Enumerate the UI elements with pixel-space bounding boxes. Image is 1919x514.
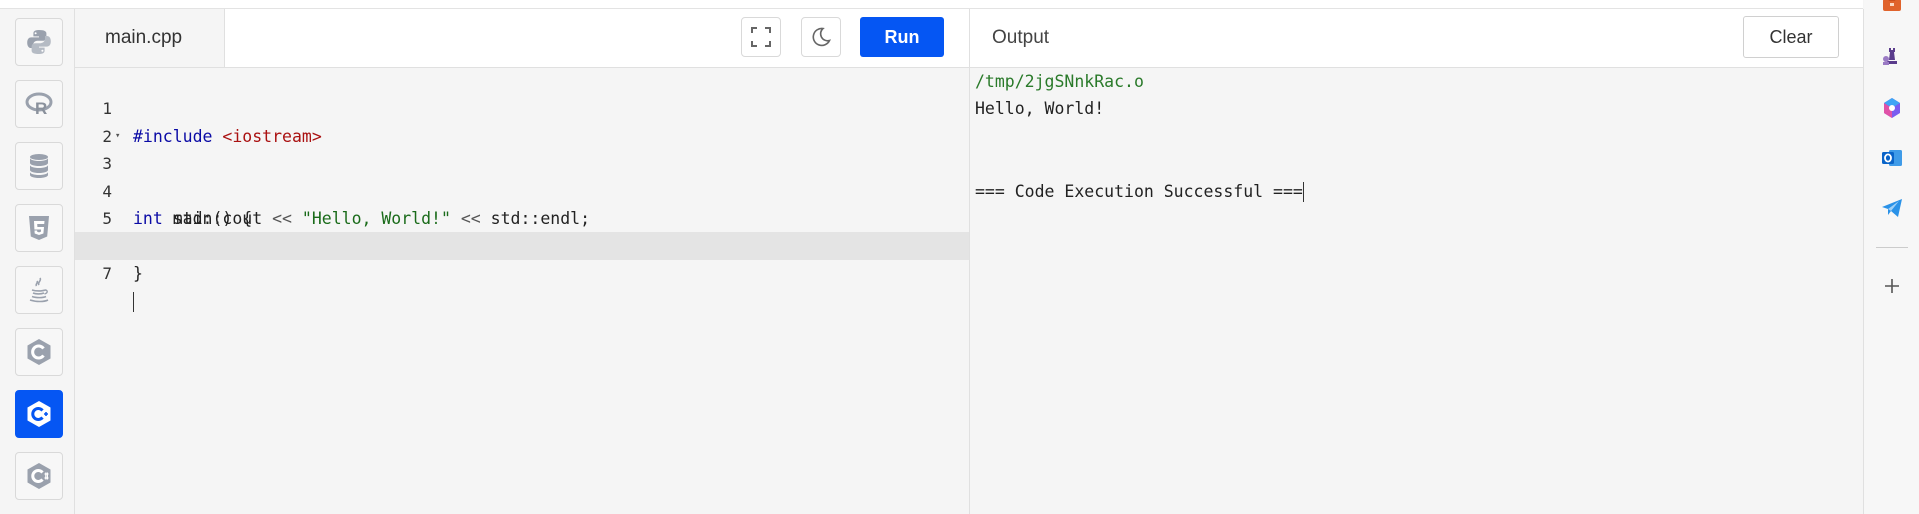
c-icon [27,339,51,365]
editor-toolbar: main.cpp Run [75,9,969,68]
language-c-button[interactable] [15,328,63,376]
plus-icon [1885,279,1899,293]
language-r-button[interactable]: R [15,80,63,128]
code-editor-panel: main.cpp Run 1 #include <iostream> 2 3 ▾… [75,9,970,514]
output-console[interactable]: /tmp/2jgSNnkRac.o Hello, World! === Code… [975,68,1304,205]
run-button[interactable]: Run [860,17,944,57]
database-icon [30,154,48,178]
output-status-text: === Code Execution Successful === [975,181,1303,201]
output-blank-line [975,150,1304,177]
output-binary-path: /tmp/2jgSNnkRac.o [975,72,1144,91]
code-line: 3 ▾ int main() { [75,123,969,228]
outlook-icon [1882,150,1902,166]
clear-button[interactable]: Clear [1743,16,1839,58]
send-icon [1882,199,1902,217]
language-java-button[interactable] [15,266,63,314]
browser-extensions-sidebar [1864,0,1919,514]
code-area[interactable]: 1 #include <iostream> 2 3 ▾ int main() {… [75,68,969,312]
r-icon: R [25,92,53,118]
language-html-button[interactable] [15,204,63,252]
code-line: 1 #include <iostream> [75,68,969,145]
chess-icon [1883,48,1897,65]
code-line: 2 [75,95,969,146]
fullscreen-icon [751,27,771,47]
output-status-line: === Code Execution Successful === [975,178,1304,205]
code-line: 4 std::cout << "Hello, World!" << std::e… [75,150,969,228]
language-sql-button[interactable] [15,142,63,190]
output-blank-line [975,123,1304,150]
output-toolbar: Output Clear [970,9,1863,68]
svg-text:R: R [35,99,47,118]
file-tab-label: main.cpp [105,27,183,48]
fold-arrow-icon[interactable]: ▾ [115,123,120,150]
copilot-icon [1884,98,1900,118]
file-tab-main-cpp[interactable]: main.cpp [75,9,225,67]
text-cursor [133,287,134,314]
java-icon [29,277,49,303]
dark-mode-toggle[interactable] [801,17,841,57]
python-icon [27,30,51,54]
language-csharp-button[interactable] [15,452,63,500]
cpp-icon [27,401,51,427]
csharp-icon [27,463,51,489]
output-panel: Output Clear /tmp/2jgSNnkRac.o Hello, Wo… [970,9,1864,514]
clear-button-label: Clear [1769,26,1813,47]
html5-icon [29,216,49,240]
telegram-extension[interactable] [1880,196,1904,220]
copilot-extension[interactable] [1880,96,1904,120]
browser-top-edge [0,0,1863,9]
chess-extension[interactable] [1880,44,1904,68]
language-sidebar: R [0,9,75,514]
language-cpp-button[interactable] [15,390,63,438]
outlook-extension[interactable] [1880,146,1904,170]
code-line: 5 return 0; [75,178,969,255]
moon-icon [812,27,831,47]
fullscreen-button[interactable] [741,17,781,57]
code-line-active: 7 [75,232,969,312]
toolbox-icon [1883,0,1901,11]
add-extension-button[interactable] [1880,274,1904,298]
extensions-divider [1876,247,1908,248]
language-python-button[interactable] [15,18,63,66]
run-button-label: Run [884,26,920,47]
output-program-text: Hello, World! [975,99,1105,119]
toolbox-extension[interactable] [1880,0,1904,16]
output-title: Output [992,27,1050,48]
code-line: 6 } [75,205,969,282]
line-number: 7 [102,263,112,283]
